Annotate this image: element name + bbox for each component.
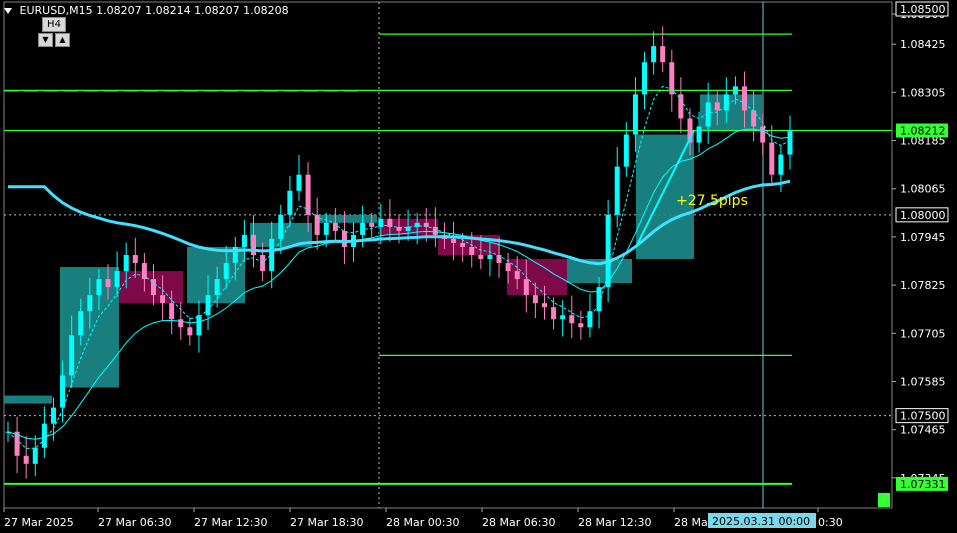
minus-button bbox=[878, 493, 890, 507]
candle-body-70 bbox=[642, 62, 648, 95]
candle-body-19 bbox=[178, 319, 184, 328]
candle-body-83 bbox=[760, 126, 766, 143]
candle-body-13 bbox=[123, 255, 129, 272]
candle-body-85 bbox=[778, 154, 784, 175]
y-tick-label-6: 1.07825 bbox=[900, 279, 946, 292]
candle-body-76 bbox=[696, 126, 702, 143]
candle-body-79 bbox=[723, 94, 729, 111]
y-tick-label-4: 1.08065 bbox=[900, 183, 946, 196]
candle-body-10 bbox=[96, 279, 102, 296]
candle-body-52 bbox=[478, 255, 484, 260]
candle-body-47 bbox=[432, 226, 438, 235]
price-chart[interactable]: +27.5pips1.085001.084251.083051.081851.0… bbox=[0, 0, 957, 533]
candle-body-58 bbox=[532, 295, 538, 304]
x-tick-label-5: 28 Mar 06:30 bbox=[482, 516, 555, 529]
crosshair-time-label: 2025.03.31 00:00 bbox=[712, 515, 810, 528]
level-label-bottom: 1.07331 bbox=[900, 478, 946, 491]
candle-body-18 bbox=[169, 303, 175, 320]
candle-body-55 bbox=[505, 263, 511, 272]
candle-body-3 bbox=[32, 447, 38, 464]
candle-body-50 bbox=[460, 242, 466, 247]
candle-body-86 bbox=[787, 130, 793, 155]
candle-body-21 bbox=[196, 315, 202, 336]
candle-body-35 bbox=[323, 222, 329, 235]
candle-body-12 bbox=[114, 271, 120, 288]
candle-body-26 bbox=[241, 234, 247, 247]
candle-body-30 bbox=[278, 214, 284, 239]
candle-body-23 bbox=[214, 279, 220, 296]
candle-body-84 bbox=[769, 142, 775, 175]
pips-annotation: +27.5pips bbox=[676, 193, 748, 209]
candle-body-80 bbox=[732, 86, 738, 95]
candle-body-56 bbox=[514, 271, 520, 280]
session-box-0 bbox=[4, 395, 52, 404]
candle-body-31 bbox=[287, 190, 293, 215]
candle-body-62 bbox=[569, 315, 575, 324]
candle-body-81 bbox=[742, 86, 748, 111]
y-tick-label-1: 1.08425 bbox=[900, 38, 946, 51]
candle-body-63 bbox=[578, 323, 584, 328]
candle-body-49 bbox=[451, 238, 457, 243]
level-label-top: 1.08500 bbox=[900, 3, 946, 16]
y-tick-label-2: 1.08305 bbox=[900, 86, 946, 99]
x-tick-label-1: 27 Mar 06:30 bbox=[98, 516, 171, 529]
x-tick-label-4: 28 Mar 00:30 bbox=[386, 516, 459, 529]
candle-body-11 bbox=[105, 279, 111, 288]
candle-body-53 bbox=[487, 255, 493, 260]
x-tick-label-0: 27 Mar 2025 bbox=[4, 516, 74, 529]
candle-body-29 bbox=[269, 238, 275, 272]
current-price-label: 1.08212 bbox=[900, 125, 946, 138]
candle-body-17 bbox=[160, 295, 166, 304]
candle-body-24 bbox=[223, 263, 229, 280]
candle-body-32 bbox=[296, 174, 302, 191]
y-tick-label-8: 1.07585 bbox=[900, 376, 946, 389]
candle-body-60 bbox=[551, 307, 557, 320]
candle-body-51 bbox=[469, 246, 475, 255]
y-tick-label-7: 1.07705 bbox=[900, 327, 946, 340]
candle-body-71 bbox=[651, 46, 657, 63]
candle-body-15 bbox=[141, 263, 147, 280]
level-label-low: 1.07500 bbox=[900, 410, 946, 423]
candle-body-22 bbox=[205, 295, 211, 316]
candle-body-9 bbox=[87, 295, 93, 312]
candle-body-27 bbox=[251, 234, 257, 255]
candle-body-72 bbox=[660, 46, 666, 63]
candle-body-6 bbox=[60, 375, 66, 408]
level-label-mid: 1.08000 bbox=[900, 209, 946, 222]
candle-body-68 bbox=[623, 134, 629, 167]
candle-body-82 bbox=[751, 110, 757, 127]
candle-body-37 bbox=[341, 230, 347, 247]
candle-body-57 bbox=[523, 279, 529, 296]
candle-body-14 bbox=[132, 255, 138, 264]
x-tick-label-2: 27 Mar 12:30 bbox=[194, 516, 267, 529]
candle-body-2 bbox=[23, 455, 29, 464]
x-tick-label-3: 27 Mar 18:30 bbox=[290, 516, 363, 529]
candle-body-69 bbox=[632, 94, 638, 135]
candle-body-61 bbox=[560, 315, 566, 320]
candle-body-41 bbox=[378, 218, 384, 227]
candle-body-20 bbox=[187, 327, 193, 336]
candle-body-4 bbox=[41, 423, 47, 448]
candle-body-59 bbox=[541, 303, 547, 308]
candle-body-8 bbox=[78, 311, 84, 336]
y-tick-label-5: 1.07945 bbox=[900, 231, 946, 244]
y-tick-label-9: 1.07465 bbox=[900, 424, 946, 437]
session-box-5 bbox=[315, 214, 377, 223]
x-tick-label-8: 0:30 bbox=[818, 516, 843, 529]
candle-body-78 bbox=[714, 102, 720, 111]
candle-body-67 bbox=[614, 166, 620, 215]
candle-body-40 bbox=[369, 222, 375, 227]
x-tick-label-6: 28 Mar 12:30 bbox=[578, 516, 651, 529]
candle-body-7 bbox=[69, 335, 75, 376]
candle-body-5 bbox=[50, 407, 56, 424]
x-tick-label-7: 28 Ma bbox=[674, 516, 708, 529]
candle-body-66 bbox=[605, 214, 611, 288]
